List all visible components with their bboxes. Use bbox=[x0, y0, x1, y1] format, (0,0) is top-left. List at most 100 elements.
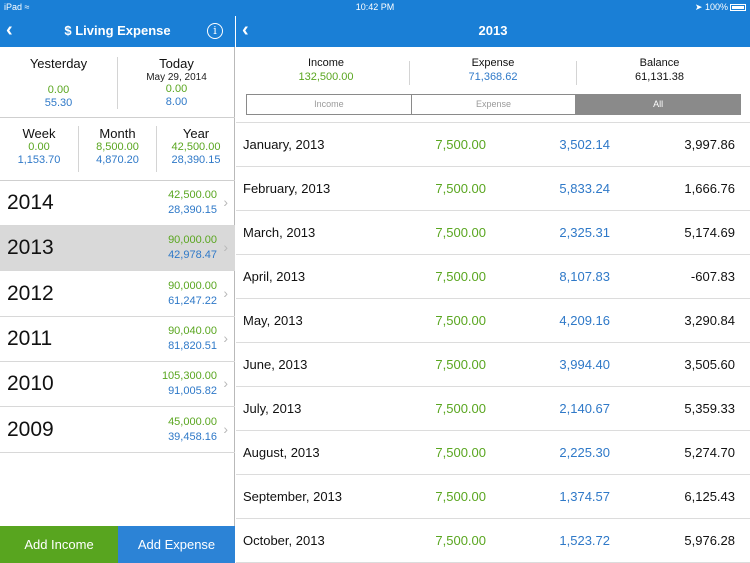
year-expense: 28,390.15 bbox=[168, 204, 217, 216]
chevron-right-icon: › bbox=[223, 194, 228, 210]
year-label: 2011 bbox=[7, 326, 53, 350]
year-row[interactable]: 2009 45,000.00 39,458.16 › bbox=[0, 408, 235, 453]
week-income: 0.00 bbox=[28, 141, 50, 153]
today-income: 0.00 bbox=[165, 83, 188, 95]
month-balance: -607.83 bbox=[690, 269, 735, 284]
balance-value: 61,131.38 bbox=[635, 71, 684, 83]
income-total: Income 132,500.00 bbox=[242, 47, 410, 92]
month-name: February, 2013 bbox=[243, 181, 331, 196]
month-row[interactable]: March, 2013 7,500.00 2,325.31 5,174.69 bbox=[236, 211, 750, 255]
month-income: 7,500.00 bbox=[435, 357, 486, 372]
income-value: 132,500.00 bbox=[298, 71, 354, 83]
add-income-button[interactable]: Add Income bbox=[0, 526, 118, 563]
month-balance: 5,174.69 bbox=[684, 225, 735, 240]
month-summary[interactable]: Month 8,500.00 4,870.20 bbox=[79, 118, 156, 180]
year-label: 2012 bbox=[7, 281, 54, 305]
month-row[interactable]: September, 2013 7,500.00 1,374.57 6,125.43 bbox=[236, 475, 750, 519]
status-right: ➤ 100% bbox=[695, 2, 746, 13]
year-label: 2010 bbox=[7, 372, 54, 396]
year-label: 2014 bbox=[7, 191, 54, 214]
week-label: Week bbox=[22, 126, 56, 141]
filter-segmented-control: Income Expense All bbox=[246, 94, 741, 115]
month-income: 7,500.00 bbox=[435, 269, 486, 284]
year-values: 90,000.00 61,247.22 bbox=[168, 279, 217, 309]
year-expense: 61,247.22 bbox=[168, 294, 217, 307]
month-row[interactable]: August, 2013 7,500.00 2,225.30 5,274.70 bbox=[236, 431, 750, 475]
month-row[interactable]: July, 2013 7,500.00 2,140.67 5,359.33 bbox=[236, 387, 750, 431]
battery-percent: 100% bbox=[704, 2, 728, 12]
yesterday-expense: 55.30 bbox=[44, 97, 73, 109]
year-expense: 42,978.47 bbox=[168, 249, 217, 262]
year-values: 42,500.00 28,390.15 bbox=[168, 188, 217, 218]
year-income: 90,040.00 bbox=[168, 324, 217, 337]
month-income: 8,500.00 bbox=[96, 141, 139, 153]
month-expense: 3,994.40 bbox=[559, 357, 610, 372]
yesterday-summary[interactable]: Yesterday 0.00 55.30 bbox=[0, 47, 117, 117]
month-balance: 5,274.70 bbox=[684, 445, 735, 460]
segment-expense[interactable]: Expense bbox=[412, 95, 577, 114]
month-name: July, 2013 bbox=[243, 401, 302, 416]
month-balance: 1,666.76 bbox=[684, 181, 735, 196]
year-expense: 91,005.82 bbox=[168, 385, 217, 398]
month-row[interactable]: February, 2013 7,500.00 5,833.24 1,666.76 bbox=[236, 167, 750, 211]
balance-total: Balance 61,131.38 bbox=[577, 47, 742, 92]
year-row[interactable]: 2010 105,300.00 91,005.82 › bbox=[0, 362, 235, 408]
month-name: June, 2013 bbox=[243, 357, 308, 372]
year-expense: 28,390.15 bbox=[171, 154, 221, 166]
year-income: 90,000.00 bbox=[168, 234, 217, 247]
month-balance: 5,976.28 bbox=[684, 533, 735, 548]
month-expense: 8,107.83 bbox=[559, 269, 610, 284]
year-income: 90,000.00 bbox=[168, 279, 217, 292]
today-expense: 8.00 bbox=[165, 96, 188, 108]
today-summary[interactable]: Today May 29, 2014 0.00 8.00 bbox=[118, 47, 235, 117]
detail-title: 2013 bbox=[478, 23, 508, 38]
right-navbar: ‹ 2013 bbox=[236, 16, 750, 47]
month-income: 7,500.00 bbox=[435, 313, 486, 328]
chevron-right-icon: › bbox=[223, 375, 228, 392]
month-expense: 4,209.16 bbox=[559, 313, 610, 328]
month-expense: 1,523.72 bbox=[559, 533, 610, 548]
year-summary[interactable]: Year 42,500.00 28,390.15 bbox=[157, 118, 235, 180]
info-icon[interactable]: i bbox=[207, 23, 223, 39]
year-row[interactable]: 2013 90,000.00 42,978.47 › bbox=[0, 226, 235, 272]
month-name: September, 2013 bbox=[243, 489, 343, 504]
balance-label: Balance bbox=[639, 57, 680, 69]
yesterday-income: 0.00 bbox=[47, 84, 70, 96]
location-icon: ➤ bbox=[694, 2, 703, 12]
add-expense-button[interactable]: Add Expense bbox=[118, 526, 235, 563]
month-row[interactable]: May, 2013 7,500.00 4,209.16 3,290.84 bbox=[236, 299, 750, 343]
month-row[interactable]: October, 2013 7,500.00 1,523.72 5,976.28 bbox=[236, 519, 750, 563]
segment-all[interactable]: All bbox=[576, 95, 741, 114]
month-label: Month bbox=[99, 126, 136, 141]
month-row[interactable]: June, 2013 7,500.00 3,994.40 3,505.60 bbox=[236, 343, 750, 387]
month-balance: 3,505.60 bbox=[684, 357, 735, 372]
today-label: Today bbox=[159, 56, 194, 71]
year-values: 45,000.00 39,458.16 bbox=[168, 415, 217, 445]
year-income: 42,500.00 bbox=[171, 141, 221, 153]
month-expense: 3,502.14 bbox=[559, 137, 610, 152]
year-values: 105,300.00 91,005.82 bbox=[162, 369, 217, 399]
chevron-right-icon: › bbox=[223, 284, 228, 301]
status-time: 10:42 PM bbox=[355, 2, 395, 12]
month-income: 7,500.00 bbox=[435, 225, 486, 240]
month-income: 7,500.00 bbox=[435, 533, 486, 548]
chevron-right-icon: › bbox=[223, 420, 228, 437]
left-navbar: ‹ $ Living Expense i bbox=[0, 16, 235, 47]
battery-icon bbox=[730, 4, 746, 11]
month-expense: 4,870.20 bbox=[96, 154, 139, 166]
month-row[interactable]: January, 2013 7,500.00 3,502.14 3,997.86 bbox=[236, 123, 750, 167]
month-name: August, 2013 bbox=[243, 445, 320, 460]
segment-income[interactable]: Income bbox=[247, 95, 412, 114]
year-row[interactable]: 2012 90,000.00 61,247.22 › bbox=[0, 272, 235, 317]
month-row[interactable]: April, 2013 7,500.00 8,107.83 -607.83 bbox=[236, 255, 750, 299]
week-summary[interactable]: Week 0.00 1,153.70 bbox=[0, 118, 78, 180]
today-date: May 29, 2014 bbox=[146, 72, 207, 83]
month-name: March, 2013 bbox=[243, 225, 316, 240]
income-label: Income bbox=[307, 57, 345, 69]
status-bar: iPad ≈ 10:42 PM ➤ 100% bbox=[0, 0, 750, 16]
year-row[interactable]: 2014 42,500.00 28,390.15 › bbox=[0, 181, 235, 226]
year-expense: 39,458.16 bbox=[168, 430, 217, 443]
year-label: 2009 bbox=[7, 417, 54, 441]
year-row[interactable]: 2011 90,040.00 81,820.51 › bbox=[0, 317, 235, 362]
yesterday-label: Yesterday bbox=[29, 56, 88, 71]
